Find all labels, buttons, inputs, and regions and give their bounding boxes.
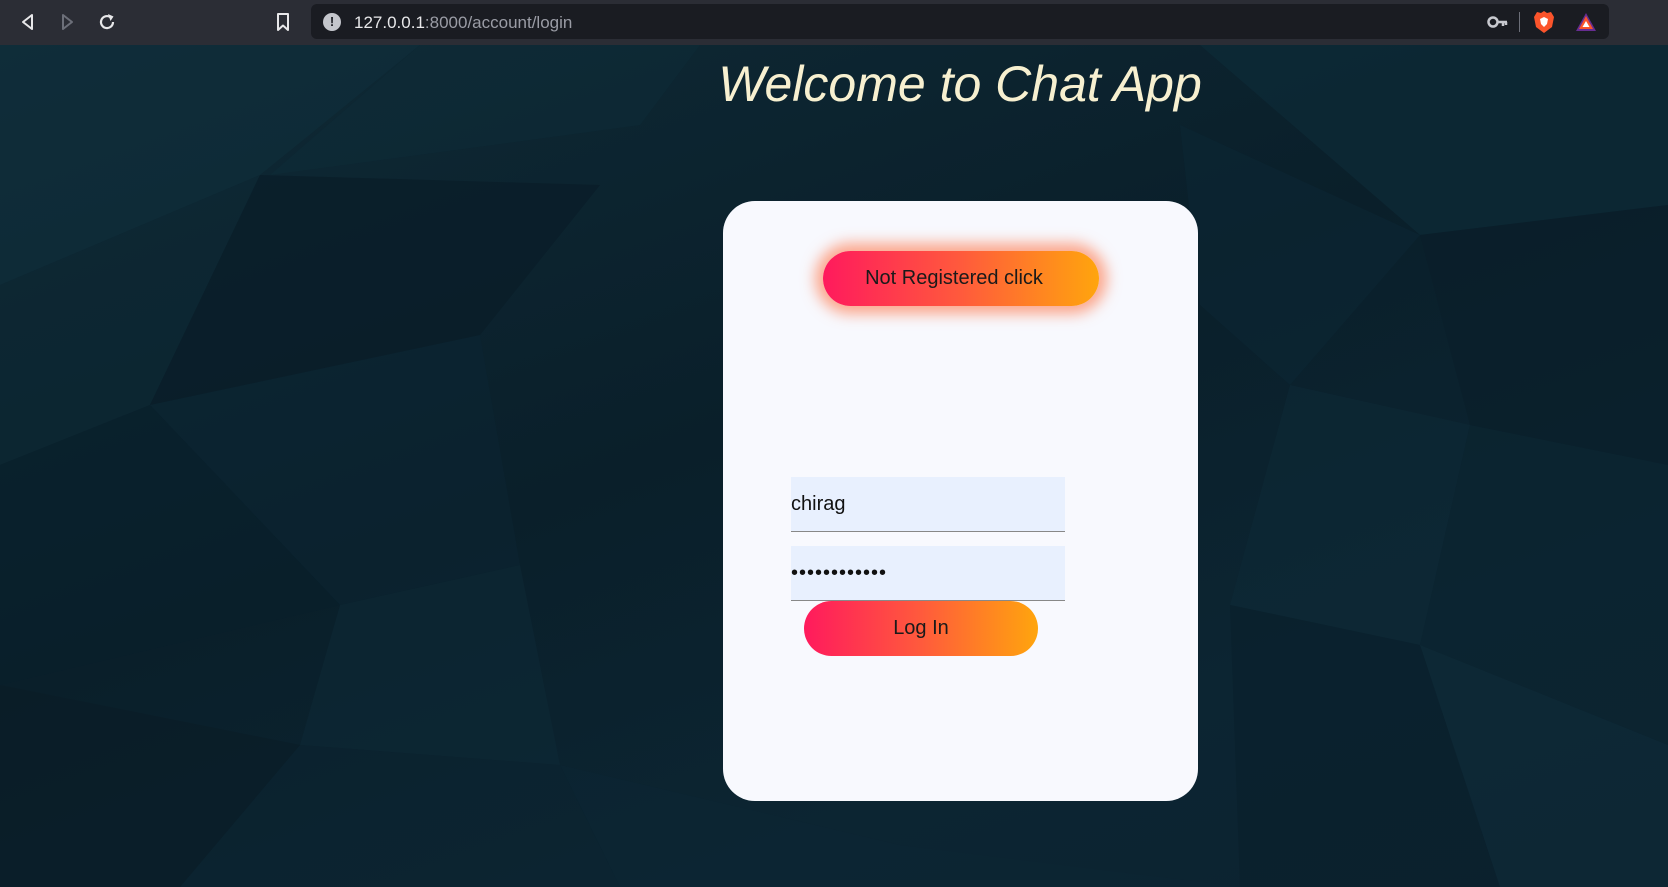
password-input[interactable] (791, 546, 1065, 601)
info-icon[interactable]: ! (323, 13, 341, 31)
back-button[interactable] (14, 8, 42, 36)
url-divider (1519, 12, 1520, 32)
page-body: Welcome to Chat App Not Registered click… (0, 45, 1668, 887)
forward-button[interactable] (53, 8, 81, 36)
login-card: Not Registered click Log In (723, 201, 1198, 801)
key-icon[interactable] (1487, 13, 1509, 31)
bookmark-button[interactable] (269, 8, 297, 36)
url-path: :8000/account/login (424, 13, 573, 32)
bookmark-icon (277, 13, 289, 31)
reload-icon (99, 14, 115, 30)
username-input[interactable] (791, 477, 1065, 532)
rewards-triangle-icon[interactable] (1575, 12, 1597, 32)
page-title: Welcome to Chat App (718, 56, 1202, 112)
back-arrow-icon (22, 14, 33, 30)
login-button[interactable]: Log In (804, 601, 1038, 656)
browser-toolbar: ! 127.0.0.1:8000/account/login (0, 0, 1668, 45)
forward-arrow-icon (62, 14, 73, 30)
url-text[interactable]: 127.0.0.1:8000/account/login (354, 13, 572, 33)
address-bar[interactable]: ! 127.0.0.1:8000/account/login (311, 4, 1609, 39)
reload-button[interactable] (93, 8, 121, 36)
not-registered-button[interactable]: Not Registered click (823, 251, 1099, 306)
brave-lion-icon[interactable] (1533, 10, 1555, 34)
url-host: 127.0.0.1 (354, 13, 425, 32)
